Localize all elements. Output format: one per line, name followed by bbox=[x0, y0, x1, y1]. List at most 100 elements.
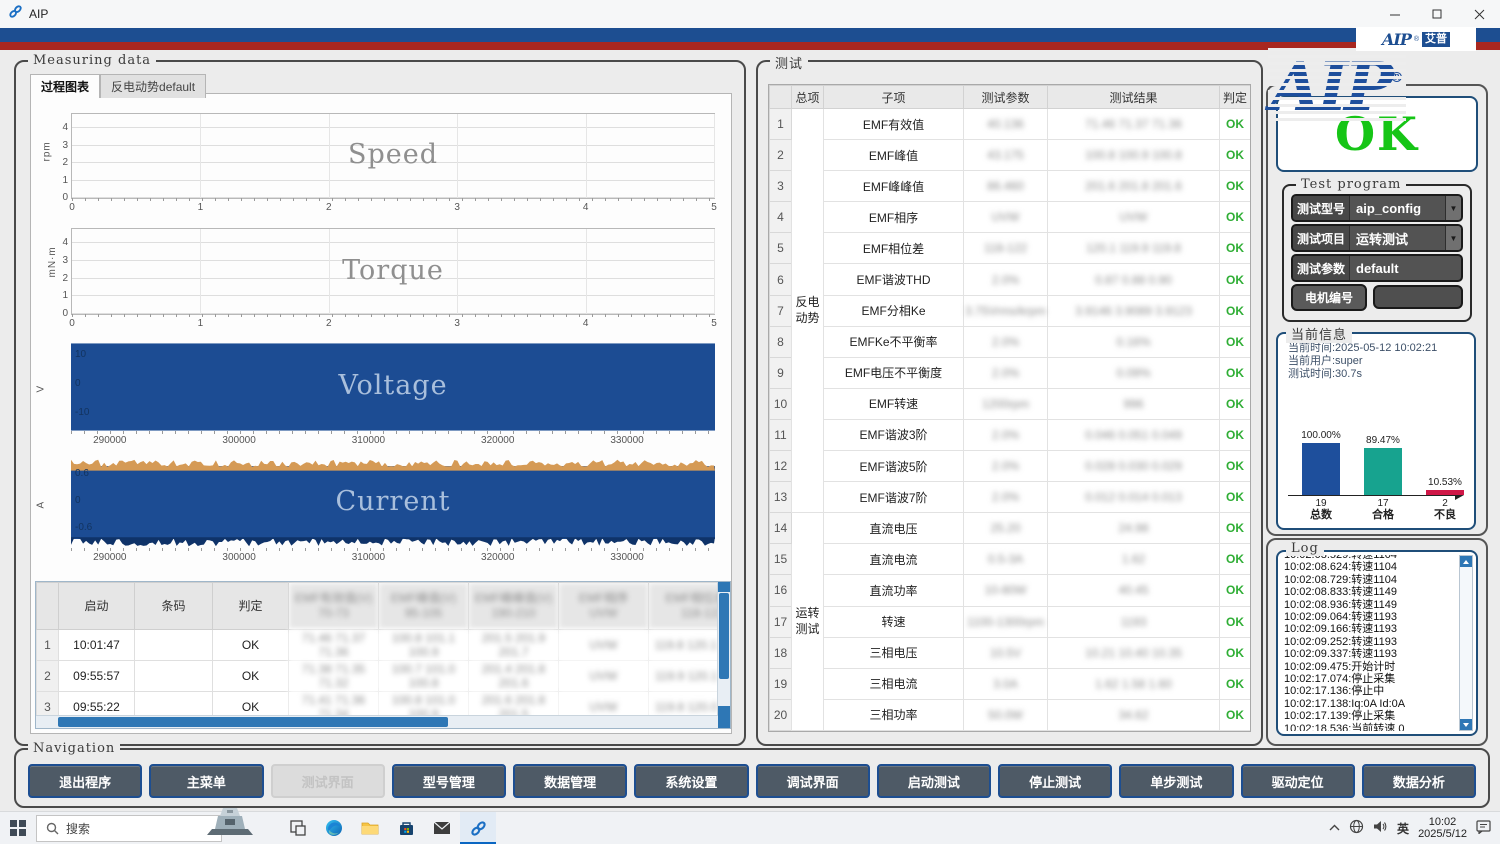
bar-chart-axis bbox=[1288, 495, 1456, 496]
nav-button-停止测试[interactable]: 停止测试 bbox=[998, 764, 1112, 798]
x-tick-label: 320000 bbox=[481, 552, 514, 563]
y-tick-label: 1 bbox=[46, 175, 68, 186]
result-cell-blurred: 0.046 0.051 0.049 bbox=[1048, 419, 1220, 450]
aip-app-taskbar-icon[interactable] bbox=[460, 812, 496, 844]
notification-center-icon[interactable] bbox=[1476, 820, 1492, 837]
log-scroll-up[interactable] bbox=[1460, 556, 1472, 567]
nav-button-主菜单[interactable]: 主菜单 bbox=[149, 764, 263, 798]
judge-cell: OK bbox=[1220, 109, 1251, 140]
text-value[interactable]: default bbox=[1350, 256, 1461, 280]
microsoft-store-icon[interactable] bbox=[388, 812, 424, 844]
nav-button-型号管理[interactable]: 型号管理 bbox=[392, 764, 506, 798]
test-row[interactable]: 3EMF峰峰值86.460201.6 201.8 201.6OK bbox=[770, 171, 1251, 202]
ime-indicator[interactable]: 英 bbox=[1397, 820, 1409, 837]
row-number: 6 bbox=[770, 264, 792, 295]
test-row[interactable]: 8EMFKe不平衡率2.0%0.16%OK bbox=[770, 326, 1251, 357]
nav-button-数据管理[interactable]: 数据管理 bbox=[513, 764, 627, 798]
judge-cell: OK bbox=[1220, 388, 1251, 419]
scroll-up-arrow[interactable] bbox=[718, 582, 730, 592]
file-explorer-icon[interactable] bbox=[352, 812, 388, 844]
test-row[interactable]: 2EMF峰值43.175100.8 100.9 100.8OK bbox=[770, 140, 1251, 171]
item-cell: 直流功率 bbox=[824, 575, 964, 606]
test-row[interactable]: 4EMF相序UVWUVWOK bbox=[770, 202, 1251, 233]
nav-button-单步测试[interactable]: 单步测试 bbox=[1119, 764, 1233, 798]
test-row[interactable]: 13EMF谐波7阶2.0%0.012 0.014 0.013OK bbox=[770, 482, 1251, 513]
test-row[interactable]: 14运转 测试直流电压25.2024.98OK bbox=[770, 513, 1251, 544]
test-row[interactable]: 17转速1100-1300rpm1193OK bbox=[770, 606, 1251, 637]
stat-bar-pct: 89.47% bbox=[1348, 435, 1418, 446]
x-axis-minor-ticks bbox=[72, 198, 714, 201]
history-corner-cell bbox=[37, 583, 59, 630]
nav-button-启动测试[interactable]: 启动测试 bbox=[877, 764, 991, 798]
task-view-icon[interactable] bbox=[280, 812, 316, 844]
test-row[interactable]: 1反电 动势EMF有效值40.13671.46 71.37 71.36OK bbox=[770, 109, 1251, 140]
start-button[interactable] bbox=[0, 812, 36, 844]
test-row[interactable]: 16直流功率10-80W40.45OK bbox=[770, 575, 1251, 606]
navigation-label: Navigation bbox=[28, 741, 120, 756]
log-scroll-down[interactable] bbox=[1460, 719, 1472, 730]
nav-button-退出程序[interactable]: 退出程序 bbox=[28, 764, 142, 798]
test-row[interactable]: 15直流电流0.5-3A1.62OK bbox=[770, 544, 1251, 575]
edge-browser-icon[interactable] bbox=[316, 812, 352, 844]
motor-id-button[interactable]: 电机编号 bbox=[1291, 284, 1367, 311]
param-cell-blurred: 2.0% bbox=[964, 264, 1048, 295]
chevron-down-icon[interactable]: ▼ bbox=[1445, 226, 1461, 250]
history-vscroll-thumb[interactable] bbox=[719, 593, 729, 679]
param-cell-blurred: 40.136 bbox=[964, 109, 1048, 140]
combo-value[interactable]: 运转测试 bbox=[1350, 226, 1445, 250]
row-number: 12 bbox=[770, 451, 792, 482]
judge-cell: OK bbox=[1220, 357, 1251, 388]
log-entry: 10:02:09.166:转速1193 bbox=[1284, 623, 1458, 635]
test-row[interactable]: 7EMF分相Ke3.75Vrms/krpm3.9146 3.9089 3.912… bbox=[770, 295, 1251, 326]
history-cell-blurred: UVW bbox=[559, 630, 649, 661]
tab-back-emf[interactable]: 反电动势default bbox=[100, 74, 206, 98]
test-row[interactable]: 18三相电压10.5V10.21 10.40 10.35OK bbox=[770, 637, 1251, 668]
test-row[interactable]: 12EMF谐波5阶2.0%0.028 0.030 0.029OK bbox=[770, 451, 1251, 482]
measuring-data-panel: Measuring data 过程图表反电动势default rpm 01234… bbox=[14, 60, 746, 746]
history-row[interactable]: 209:55:57OK71.38 71.35 71.32100.7 101.0 … bbox=[37, 661, 732, 692]
chevron-down-icon[interactable]: ▼ bbox=[1445, 196, 1461, 220]
test-corner-cell bbox=[770, 86, 792, 109]
maximize-button[interactable] bbox=[1416, 0, 1458, 28]
history-horizontal-scrollbar[interactable] bbox=[36, 715, 718, 728]
combo-value[interactable]: aip_config bbox=[1350, 196, 1445, 220]
motor-id-input[interactable] bbox=[1373, 285, 1463, 309]
system-tray: 英 10:02 2025/5/12 bbox=[1329, 816, 1500, 840]
tray-chevron-icon[interactable] bbox=[1329, 821, 1340, 835]
scroll-down-arrow[interactable] bbox=[718, 706, 730, 716]
log-scrollbar[interactable] bbox=[1459, 555, 1473, 731]
row-number: 10 bbox=[770, 388, 792, 419]
test-row[interactable]: 5EMF相位差118-122120.1 119.9 119.8OK bbox=[770, 233, 1251, 264]
test-row[interactable]: 11EMF谐波3阶2.0%0.046 0.051 0.049OK bbox=[770, 419, 1251, 450]
test-row[interactable]: 9EMF电压不平衡度2.0%0.09%OK bbox=[770, 357, 1251, 388]
log-list[interactable]: 10:02:08.529:转速110410:02:08.624:转速110410… bbox=[1284, 555, 1458, 731]
history-vertical-scrollbar[interactable] bbox=[717, 582, 730, 716]
test-row[interactable]: 10EMF转速1200rpm996OK bbox=[770, 388, 1251, 419]
test-row[interactable]: 19三相电流3.0A1.62 1.58 1.60OK bbox=[770, 668, 1251, 699]
stat-bar-label: 合格 bbox=[1364, 506, 1402, 522]
tab-process-chart[interactable]: 过程图表 bbox=[30, 74, 100, 98]
nav-button-驱动定位[interactable]: 驱动定位 bbox=[1241, 764, 1355, 798]
row-number: 11 bbox=[770, 419, 792, 450]
network-globe-icon[interactable] bbox=[1349, 819, 1364, 837]
nav-button-数据分析[interactable]: 数据分析 bbox=[1362, 764, 1476, 798]
volume-icon[interactable] bbox=[1373, 820, 1388, 836]
taskbar-clock[interactable]: 10:02 2025/5/12 bbox=[1418, 816, 1467, 840]
history-cell-blurred: 201.4 201.8 201.6 bbox=[469, 661, 559, 692]
result-cell-blurred: 0.09% bbox=[1048, 357, 1220, 388]
item-cell: 三相电压 bbox=[824, 637, 964, 668]
history-hscroll-thumb[interactable] bbox=[58, 717, 448, 727]
nav-button-系统设置[interactable]: 系统设置 bbox=[634, 764, 748, 798]
test-row[interactable]: 6EMF谐波THD2.0%0.87 0.88 0.90OK bbox=[770, 264, 1251, 295]
history-row[interactable]: 110:01:47OK71.46 71.37 71.36100.8 101.1 … bbox=[37, 630, 732, 661]
log-entry: 10:02:17.138:Iq:0A Id:0A bbox=[1284, 698, 1458, 710]
history-column-header-blurred: EMF峰值(V)95-105 bbox=[379, 583, 469, 630]
close-button[interactable] bbox=[1458, 0, 1500, 28]
mail-icon[interactable] bbox=[424, 812, 460, 844]
test-row[interactable]: 20三相功率50.0W34.62OK bbox=[770, 699, 1251, 730]
nav-button-调试界面[interactable]: 调试界面 bbox=[756, 764, 870, 798]
taskbar-search-box[interactable]: 搜索 bbox=[36, 815, 222, 842]
current-info-lines: 当前时间:2025-05-12 10:02:21当前用户:super测试时间:3… bbox=[1288, 342, 1468, 381]
chart-title: Torque bbox=[72, 254, 714, 285]
minimize-button[interactable] bbox=[1374, 0, 1416, 28]
